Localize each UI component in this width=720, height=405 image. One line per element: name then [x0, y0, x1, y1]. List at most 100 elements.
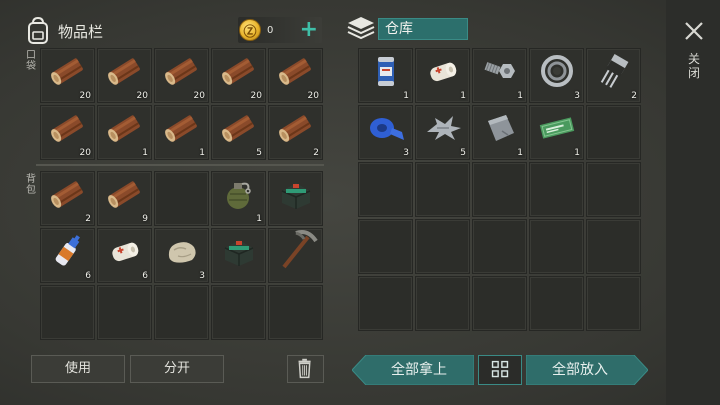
take-all-button[interactable]: 全部拿上: [366, 355, 472, 385]
item-count: 2: [631, 91, 637, 101]
pocket-slot[interactable]: 20: [97, 48, 152, 103]
storage-slot[interactable]: [415, 162, 470, 217]
pocket-slot[interactable]: 20: [211, 48, 266, 103]
bearing-icon: [540, 54, 574, 92]
storage-slot[interactable]: [358, 162, 413, 217]
pocket-label: 口袋: [26, 50, 36, 72]
item-count: 1: [256, 214, 262, 224]
storage-slot[interactable]: 1: [358, 48, 413, 103]
item-count: 3: [403, 148, 409, 158]
item-count: 1: [142, 148, 148, 158]
item-count: 3: [199, 271, 205, 281]
storage-slot[interactable]: 3: [529, 48, 584, 103]
pocket-slot[interactable]: 20: [268, 48, 323, 103]
grid-icon: [491, 360, 509, 378]
storage-slot[interactable]: [358, 276, 413, 331]
item-count: 20: [250, 91, 262, 101]
storage-box-icon: [347, 17, 375, 40]
coin-counter: Ⓩ 0 +: [238, 17, 322, 43]
pocket-slot[interactable]: 2: [268, 105, 323, 160]
tape-icon: [366, 112, 406, 148]
backpack-label: 背包: [26, 174, 36, 196]
put-all-button[interactable]: 全部放入: [526, 355, 634, 385]
item-count: 9: [142, 214, 148, 224]
medkit-box-icon: [276, 177, 316, 215]
item-count: 1: [460, 91, 466, 101]
backpack-slot[interactable]: 2: [40, 171, 95, 226]
section-divider: [36, 164, 324, 166]
storage-slot[interactable]: 1: [415, 48, 470, 103]
backpack-slot[interactable]: [268, 171, 323, 226]
storage-slot[interactable]: [586, 276, 641, 331]
storage-slot[interactable]: [586, 105, 641, 160]
pocket-slot[interactable]: 1: [97, 105, 152, 160]
backpack-slot[interactable]: 6: [40, 228, 95, 283]
storage-slot[interactable]: [472, 219, 527, 274]
storage-slot[interactable]: [415, 219, 470, 274]
item-count: 1: [517, 91, 523, 101]
storage-slot[interactable]: 5: [415, 105, 470, 160]
glue-icon: [51, 232, 85, 274]
log-icon: [105, 111, 145, 149]
backpack-slot[interactable]: [154, 285, 209, 340]
backpack-slot[interactable]: 6: [97, 228, 152, 283]
backpack-slot[interactable]: [40, 285, 95, 340]
backpack-slot[interactable]: [268, 285, 323, 340]
pocket-slot[interactable]: 20: [154, 48, 209, 103]
item-count: 5: [256, 148, 262, 158]
backpack-slot[interactable]: [211, 228, 266, 283]
storage-slot[interactable]: [586, 162, 641, 217]
stone-icon: [164, 236, 200, 270]
item-count: 1: [574, 148, 580, 158]
trash-button[interactable]: [287, 355, 324, 383]
storage-slot[interactable]: [586, 219, 641, 274]
storage-slot[interactable]: [472, 162, 527, 217]
grid-button[interactable]: [478, 355, 522, 385]
pocket-slot[interactable]: 5: [211, 105, 266, 160]
item-count: 20: [307, 91, 319, 101]
close-icon[interactable]: [683, 20, 705, 42]
item-count: 6: [142, 271, 148, 281]
backpack-slot[interactable]: [154, 171, 209, 226]
storage-slot[interactable]: [415, 276, 470, 331]
storage-slot[interactable]: 1: [472, 48, 527, 103]
storage-slot[interactable]: 3: [358, 105, 413, 160]
bandage-icon: [424, 55, 462, 91]
plus-icon[interactable]: +: [300, 19, 318, 41]
use-button[interactable]: 使用: [31, 355, 125, 383]
backpack-slot[interactable]: 1: [211, 171, 266, 226]
storage-slot[interactable]: [529, 162, 584, 217]
storage-slot[interactable]: [358, 219, 413, 274]
log-icon: [276, 54, 316, 92]
coin-value: 0: [267, 24, 274, 36]
item-count: 2: [85, 214, 91, 224]
inventory-title: 物品栏: [58, 22, 104, 41]
backpack-icon: [28, 17, 48, 44]
backpack-slot[interactable]: 3: [154, 228, 209, 283]
storage-slot[interactable]: [529, 276, 584, 331]
pocket-slot[interactable]: 1: [154, 105, 209, 160]
backpack-slot[interactable]: [268, 228, 323, 283]
pocket-slot[interactable]: 20: [40, 48, 95, 103]
storage-slot[interactable]: 1: [472, 105, 527, 160]
storage-slot[interactable]: 1: [529, 105, 584, 160]
item-count: 20: [193, 91, 205, 101]
item-count: 2: [313, 148, 319, 158]
inventory-header: 物品栏: [26, 14, 103, 48]
storage-slot[interactable]: [529, 219, 584, 274]
storage-slot[interactable]: 2: [586, 48, 641, 103]
backpack-slot[interactable]: 9: [97, 171, 152, 226]
item-count: 1: [199, 148, 205, 158]
close-label[interactable]: 关闭: [686, 52, 702, 80]
backpack-slot[interactable]: [211, 285, 266, 340]
metal-plate-icon: [482, 111, 518, 149]
split-button[interactable]: 分开: [130, 355, 224, 383]
pocket-slot[interactable]: 20: [40, 105, 95, 160]
log-icon: [48, 54, 88, 92]
pickaxe-icon: [274, 227, 318, 279]
storage-slot[interactable]: [472, 276, 527, 331]
coin-icon: Ⓩ: [239, 19, 261, 41]
backpack-slot[interactable]: [97, 285, 152, 340]
log-icon: [48, 177, 88, 215]
item-count: 20: [79, 91, 91, 101]
